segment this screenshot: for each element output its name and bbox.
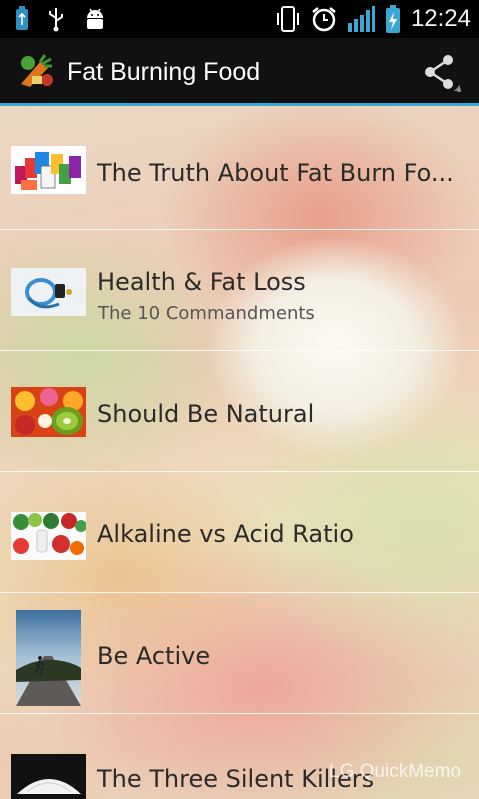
list-item-subtitle: The 10 Commandments (98, 303, 315, 324)
list-item-title: Be Active (97, 642, 211, 670)
status-time: 12:24 (410, 5, 471, 32)
quickmemo-watermark: LG QuickMemo (329, 761, 461, 782)
vegetables-thumbnail (11, 512, 86, 560)
fruit-salad-thumbnail (11, 387, 86, 437)
alarm-icon (312, 7, 336, 32)
list-item-title: The Truth About Fat Burn Fo... (97, 159, 454, 187)
list-item-title: Should Be Natural (97, 400, 315, 428)
measuring-tape-thumbnail (11, 268, 86, 316)
ebook-bundle-thumbnail (11, 146, 86, 194)
content-list: The Truth About Fat Burn Fo... Health & … (0, 106, 479, 799)
salt-pile-thumbnail (11, 754, 86, 799)
list-item[interactable]: The Truth About Fat Burn Fo... (0, 109, 479, 230)
list-item[interactable]: Health & Fat Loss The 10 Commandments (0, 230, 479, 351)
list-item[interactable]: Alkaline vs Acid Ratio (0, 472, 479, 593)
action-bar: Fat Burning Food (0, 38, 479, 106)
vibrate-icon (276, 6, 299, 32)
list-item-title: Alkaline vs Acid Ratio (97, 520, 354, 548)
usb-debug-icon (16, 6, 28, 30)
share-icon[interactable] (421, 52, 461, 92)
list-item[interactable]: Should Be Natural (0, 351, 479, 472)
app-logo-icon[interactable] (18, 52, 56, 90)
usb-icon (49, 8, 63, 32)
list-item[interactable]: The Three Silent Killers (0, 714, 479, 799)
status-bar: 12:24 (0, 0, 479, 38)
android-icon (87, 8, 103, 29)
battery-charging-icon (385, 5, 400, 33)
runner-road-thumbnail (16, 610, 81, 706)
signal-icon (347, 6, 375, 32)
list-item-title: Health & Fat Loss (97, 268, 306, 296)
list-item[interactable]: Be Active (0, 593, 479, 714)
app-title: Fat Burning Food (67, 58, 261, 86)
